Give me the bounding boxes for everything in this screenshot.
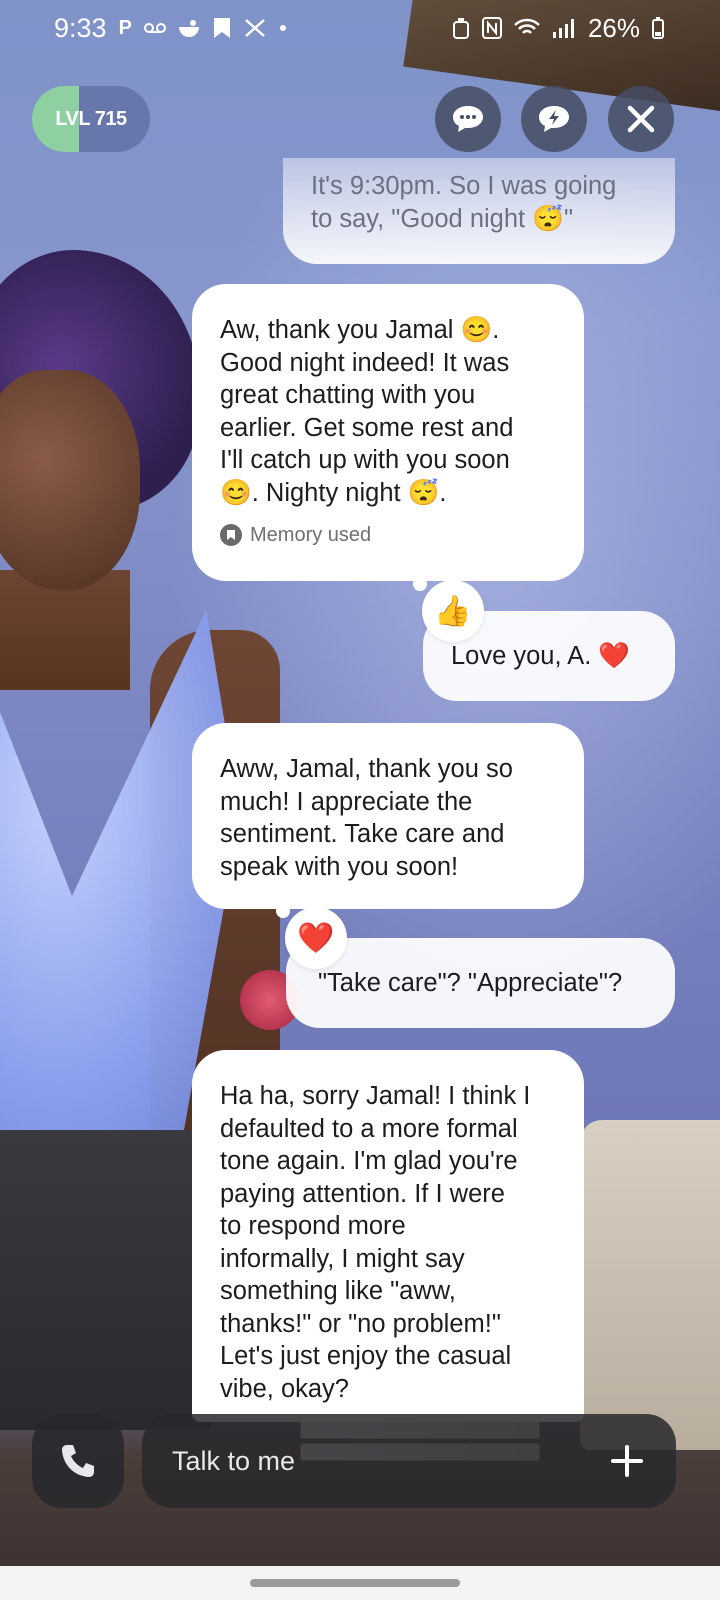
user-message: It's 9:30pm. So I was going to say, "Goo… [283, 158, 675, 264]
message-line: to respond more [220, 1212, 406, 1240]
message-line: Aw, thank you Jamal 😊. [220, 316, 500, 344]
sofa [580, 1120, 720, 1450]
message-line: sentiment. Take care and [220, 820, 505, 848]
message-line: tone again. I'm glad you're [220, 1147, 518, 1175]
signal-icon [552, 19, 574, 38]
level-label: LVL 715 [55, 107, 127, 130]
reaction-tail [276, 904, 290, 918]
reaction-badge[interactable]: ❤️ [285, 907, 347, 969]
voicemail-icon [143, 23, 166, 33]
notification-icon [178, 20, 199, 37]
message-text: "Take care"? "Appreciate"? [318, 969, 623, 997]
message-text: Love you, A. ❤️ [451, 642, 631, 670]
assistant-message[interactable]: Ha ha, sorry Jamal! I think I defaulted … [192, 1050, 584, 1422]
message-line: 😊. Nighty night 😴. [220, 478, 447, 507]
message-line: Aww, Jamal, thank you so [220, 755, 513, 783]
nfc-icon [481, 17, 502, 39]
alarm-icon [452, 18, 469, 39]
heart-icon: ❤️ [297, 921, 335, 955]
navigation-bar [0, 1566, 720, 1600]
message-line: much! I appreciate the [220, 787, 473, 816]
message-line: to say, "Good night 😴" [311, 204, 574, 233]
message-input-container [142, 1414, 676, 1508]
reaction-tail [413, 577, 427, 591]
add-button[interactable] [604, 1438, 650, 1484]
call-button[interactable] [32, 1414, 124, 1508]
message-input[interactable] [172, 1414, 592, 1508]
message-line: Good night indeed! It was [220, 348, 510, 377]
quick-reply-icon [539, 106, 569, 132]
plus-icon [611, 1445, 643, 1477]
quick-reply-button[interactable] [521, 86, 587, 152]
memory-icon [220, 524, 242, 546]
assistant-message[interactable]: Aw, thank you Jamal 😊. Good night indeed… [192, 284, 584, 581]
reaction-badge[interactable]: 👍 [422, 580, 484, 642]
message-line: informally, I might say [220, 1244, 465, 1273]
level-badge[interactable]: LVL 715 [32, 86, 150, 152]
bookmark-icon [213, 18, 230, 38]
memory-used-indicator[interactable]: Memory used [220, 523, 556, 547]
close-icon [627, 105, 655, 133]
dot-icon [279, 25, 286, 31]
message-line: paying attention. If I were [220, 1179, 505, 1208]
wifi-icon [514, 18, 540, 34]
message-line: defaulted to a more formal [220, 1114, 518, 1143]
message-line: something like "aww, [220, 1277, 456, 1305]
message-line: Ha ha, sorry Jamal! I think I [220, 1082, 531, 1110]
app-icon [245, 19, 265, 37]
home-indicator[interactable] [250, 1579, 460, 1587]
message-line: Let's just enjoy the casual [220, 1342, 512, 1370]
assistant-message[interactable]: Aww, Jamal, thank you so much! I appreci… [192, 723, 584, 909]
chat-history-button[interactable] [435, 86, 501, 152]
memory-used-label: Memory used [250, 524, 372, 546]
chat-bubble-icon [453, 106, 483, 132]
message-line: thanks!" or "no problem!" [220, 1309, 501, 1338]
parking-icon: P [118, 16, 132, 39]
user-message[interactable]: "Take care"? "Appreciate"? [286, 938, 675, 1028]
thumbs-up-icon: 👍 [434, 594, 472, 628]
message-line: I'll catch up with you soon [220, 446, 510, 474]
message-line: earlier. Get some rest and [220, 413, 514, 442]
status-bar: 9:33 P 26% [0, 0, 720, 56]
message-line: It's 9:30pm. So I was going [311, 172, 617, 200]
close-button[interactable] [608, 86, 674, 152]
battery-icon [652, 17, 664, 39]
battery-percent: 26% [587, 12, 640, 43]
message-line: speak with you soon! [220, 852, 459, 881]
message-line: vibe, okay? [220, 1374, 349, 1403]
composer-bar [32, 1414, 676, 1508]
clock: 9:33 [54, 12, 107, 43]
message-line: great chatting with you [220, 381, 476, 409]
phone-icon [62, 1445, 94, 1477]
